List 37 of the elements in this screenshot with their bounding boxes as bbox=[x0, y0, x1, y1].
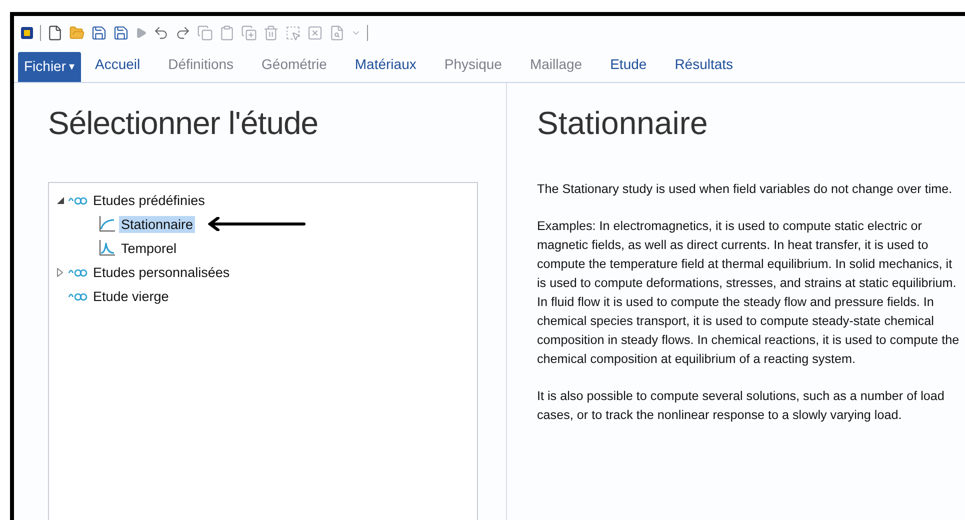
save-as-icon[interactable] bbox=[113, 25, 129, 41]
find-icon[interactable] bbox=[329, 25, 345, 41]
deselect-icon[interactable] bbox=[307, 25, 323, 41]
file-menu-button[interactable]: Fichier ▾ bbox=[18, 52, 82, 82]
curve-chart-icon bbox=[98, 215, 116, 233]
peak-chart-icon bbox=[98, 239, 116, 257]
ribbon-tab[interactable]: Accueil bbox=[81, 48, 154, 82]
study-icon bbox=[68, 291, 88, 301]
ribbon-tab[interactable]: Etude bbox=[596, 48, 661, 82]
undo-icon[interactable] bbox=[153, 25, 169, 41]
tree-item[interactable]: Etude vierge bbox=[91, 288, 171, 304]
description-paragraph: The Stationary study is used when field variables do not change over time. bbox=[537, 181, 954, 198]
paste-icon[interactable] bbox=[219, 25, 235, 41]
panel-title: Sélectionner l'étude bbox=[48, 105, 320, 142]
study-title: Stationnaire bbox=[537, 105, 709, 142]
select-icon[interactable] bbox=[285, 25, 301, 41]
description-paragraph: It is also possible to compute several solutions, such as a number of load cases, or to track the nonlinear response to a slowly varying load. bbox=[537, 388, 946, 424]
ribbon-tab[interactable]: Résultats bbox=[660, 48, 748, 82]
expanded-triangle-icon[interactable] bbox=[56, 196, 64, 204]
study-icon bbox=[68, 267, 88, 277]
ribbon-tab[interactable]: Matériaux bbox=[340, 48, 430, 82]
new-file-icon[interactable] bbox=[47, 25, 63, 41]
copy-icon[interactable] bbox=[197, 25, 213, 41]
tree-item[interactable]: Etudes personnalisées bbox=[91, 264, 232, 280]
tree-item[interactable]: Etudes prédéfinies bbox=[91, 192, 207, 208]
collapsed-triangle-icon[interactable] bbox=[57, 268, 63, 276]
description-paragraph: Examples: In electromagnetics, it is used to compute static electric or magnetic fields, as well as direct currents. In heat transfer, it is used to compute the temperature field at thermal equilibrium. In solid mechanics, it is used to compute deformations, stresses, and strains at static equilibrium. In fluid flow it is used to compute the steady flow and pressure fields. In chemical species transport, it is used to compute steady-state chemical composition in steady flows. In chemical reactions, it is used to compute the chemical composition at equilibrium of a reacting system. bbox=[537, 218, 960, 368]
save-icon[interactable] bbox=[91, 25, 107, 41]
app-logo-icon[interactable] bbox=[20, 26, 34, 40]
tree-item[interactable]: Stationnaire bbox=[119, 216, 196, 232]
duplicate-icon[interactable] bbox=[241, 25, 257, 41]
tree-item[interactable]: Temporel bbox=[119, 240, 179, 256]
folder-icon[interactable] bbox=[69, 25, 85, 41]
redo-icon[interactable] bbox=[175, 25, 191, 41]
play-icon[interactable] bbox=[135, 27, 147, 39]
delete-icon[interactable] bbox=[263, 25, 279, 41]
study-icon bbox=[68, 195, 88, 205]
